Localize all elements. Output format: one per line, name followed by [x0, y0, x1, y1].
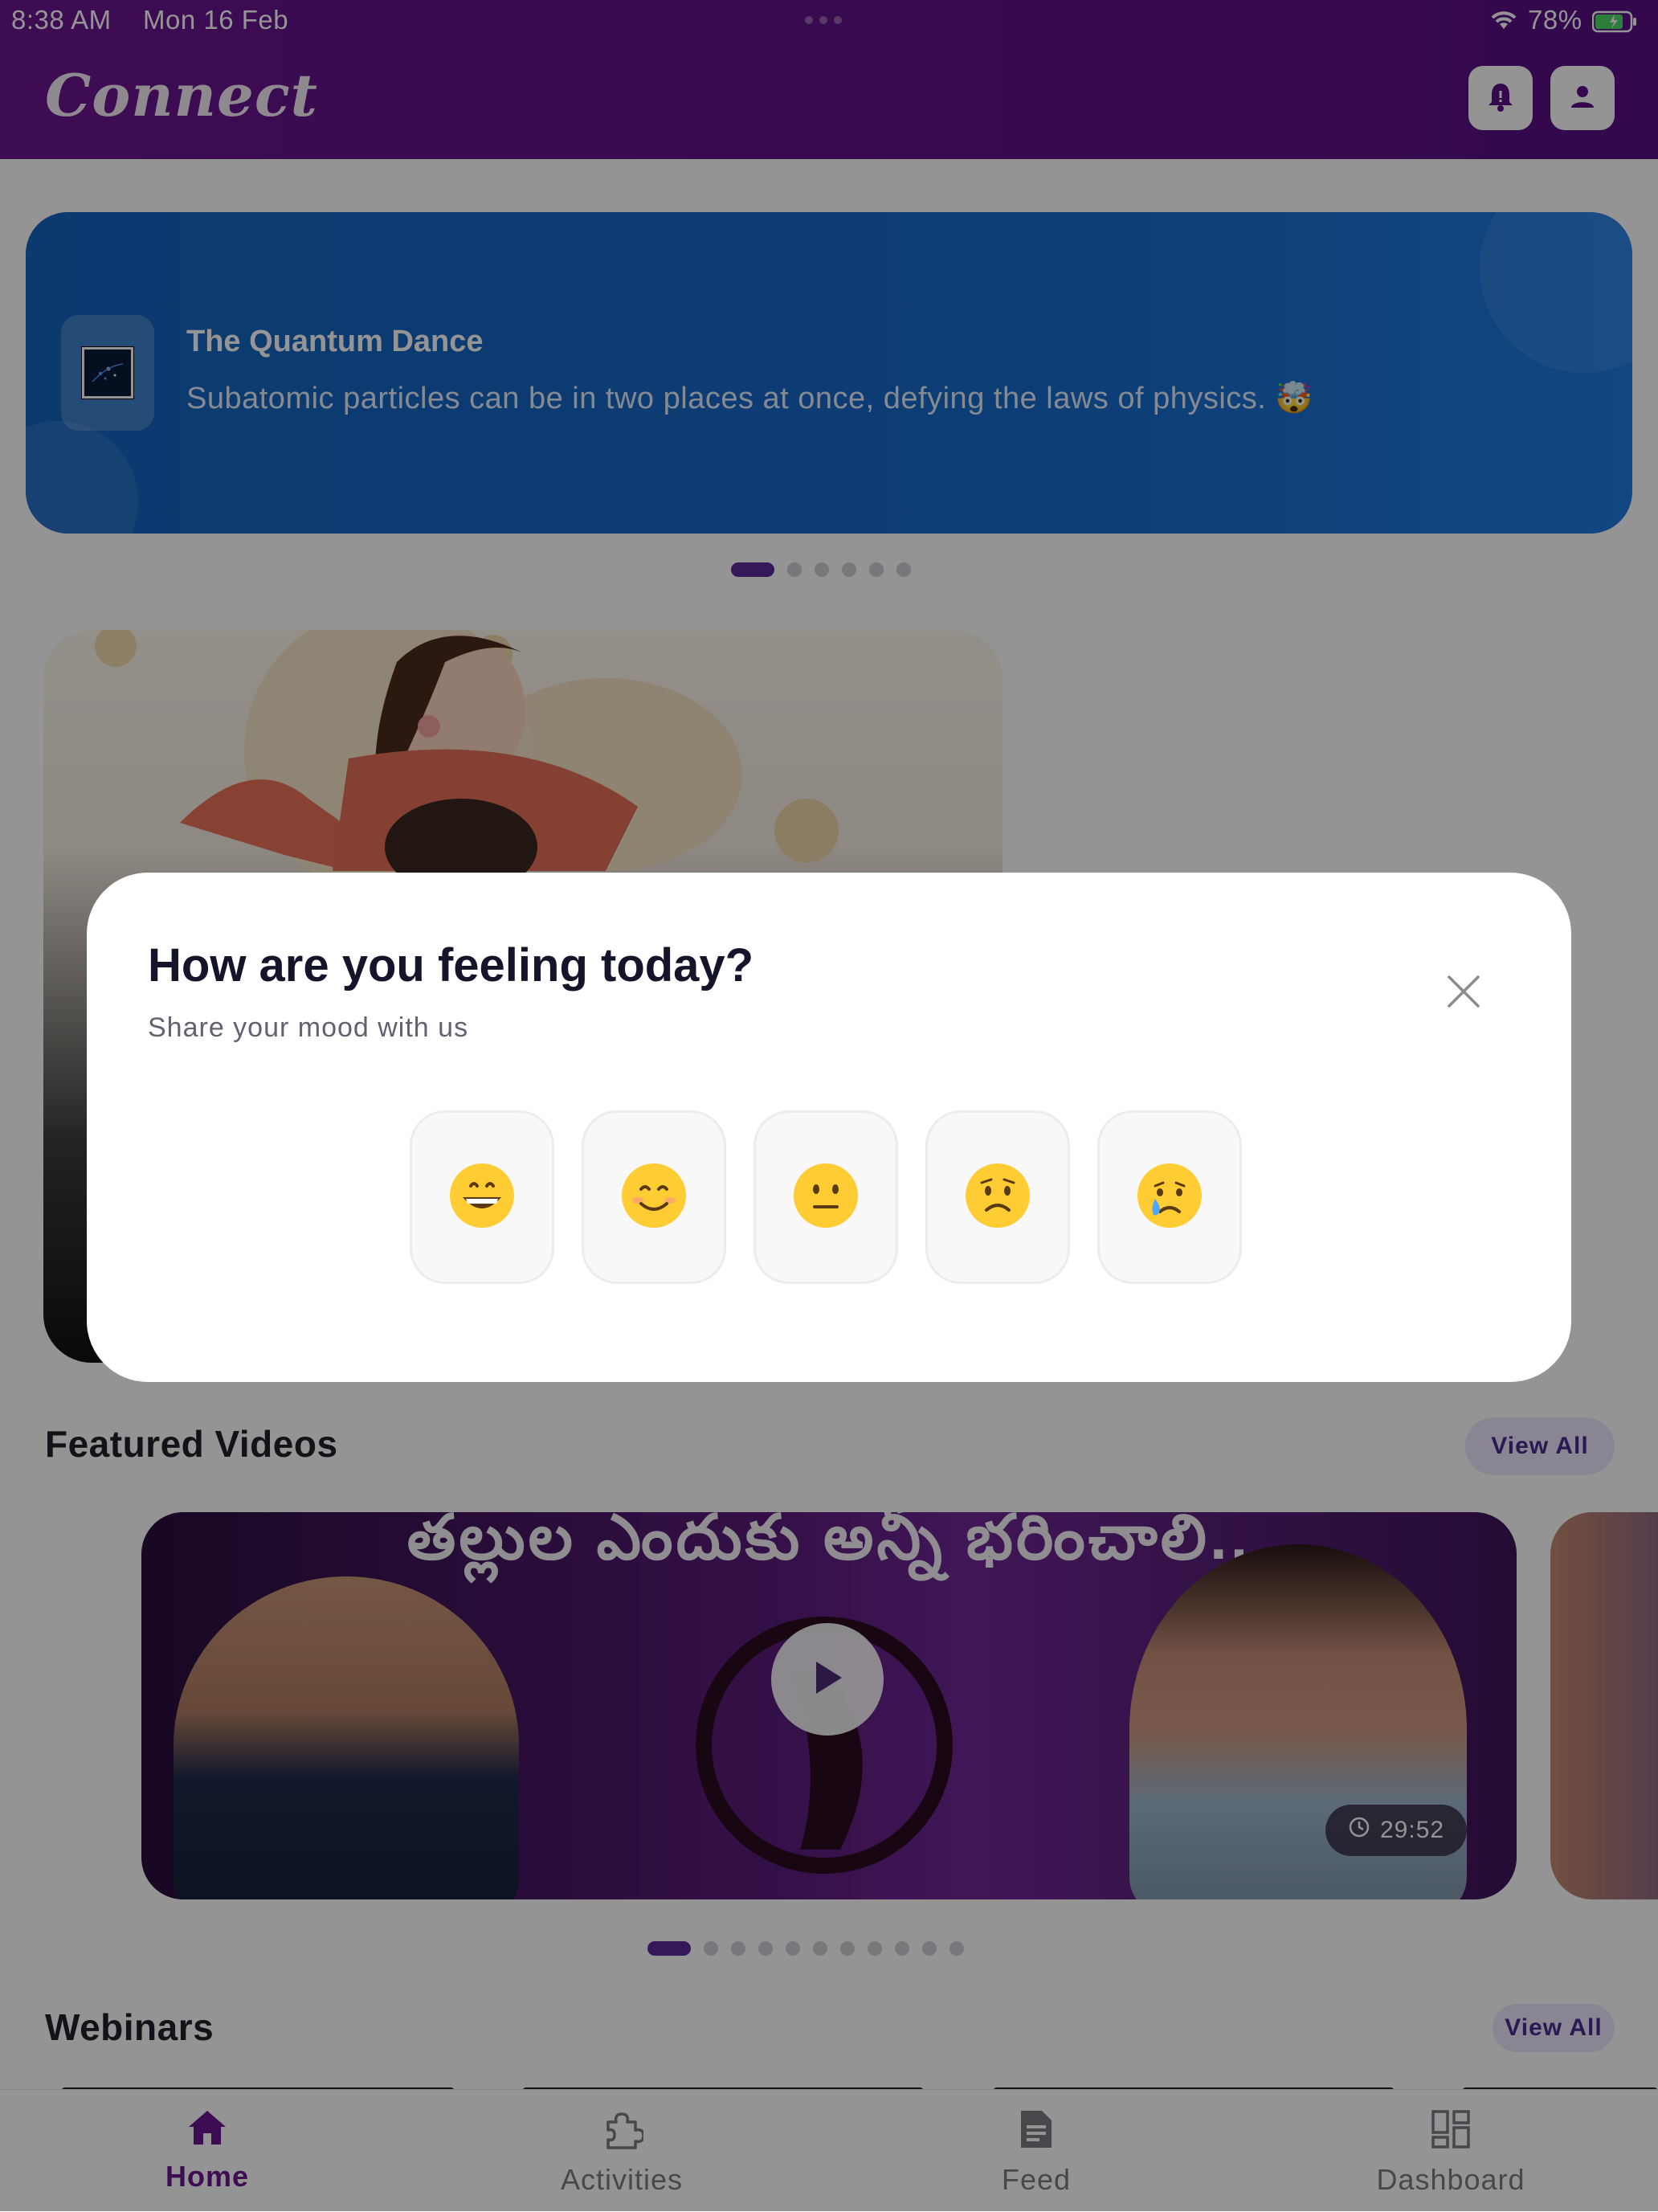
mood-dialog-title: How are you feeling today? [148, 939, 754, 992]
mood-options [410, 1110, 1242, 1284]
mood-happy-button[interactable] [582, 1110, 726, 1284]
close-icon [1446, 974, 1481, 1013]
mood-dialog-subtitle: Share your mood with us [148, 1012, 469, 1043]
mood-worried-button[interactable] [925, 1110, 1070, 1284]
close-dialog-button[interactable] [1438, 967, 1489, 1019]
mood-sad-button[interactable] [1097, 1110, 1242, 1284]
mood-dialog: How are you feeling today? Share your mo… [87, 873, 1571, 1382]
smiling-face-icon [620, 1162, 688, 1233]
crying-face-icon [1136, 1162, 1203, 1233]
grinning-face-icon [448, 1162, 516, 1233]
neutral-face-icon [792, 1162, 860, 1233]
worried-face-icon [964, 1162, 1031, 1233]
mood-neutral-button[interactable] [753, 1110, 898, 1284]
mood-very-happy-button[interactable] [410, 1110, 554, 1284]
